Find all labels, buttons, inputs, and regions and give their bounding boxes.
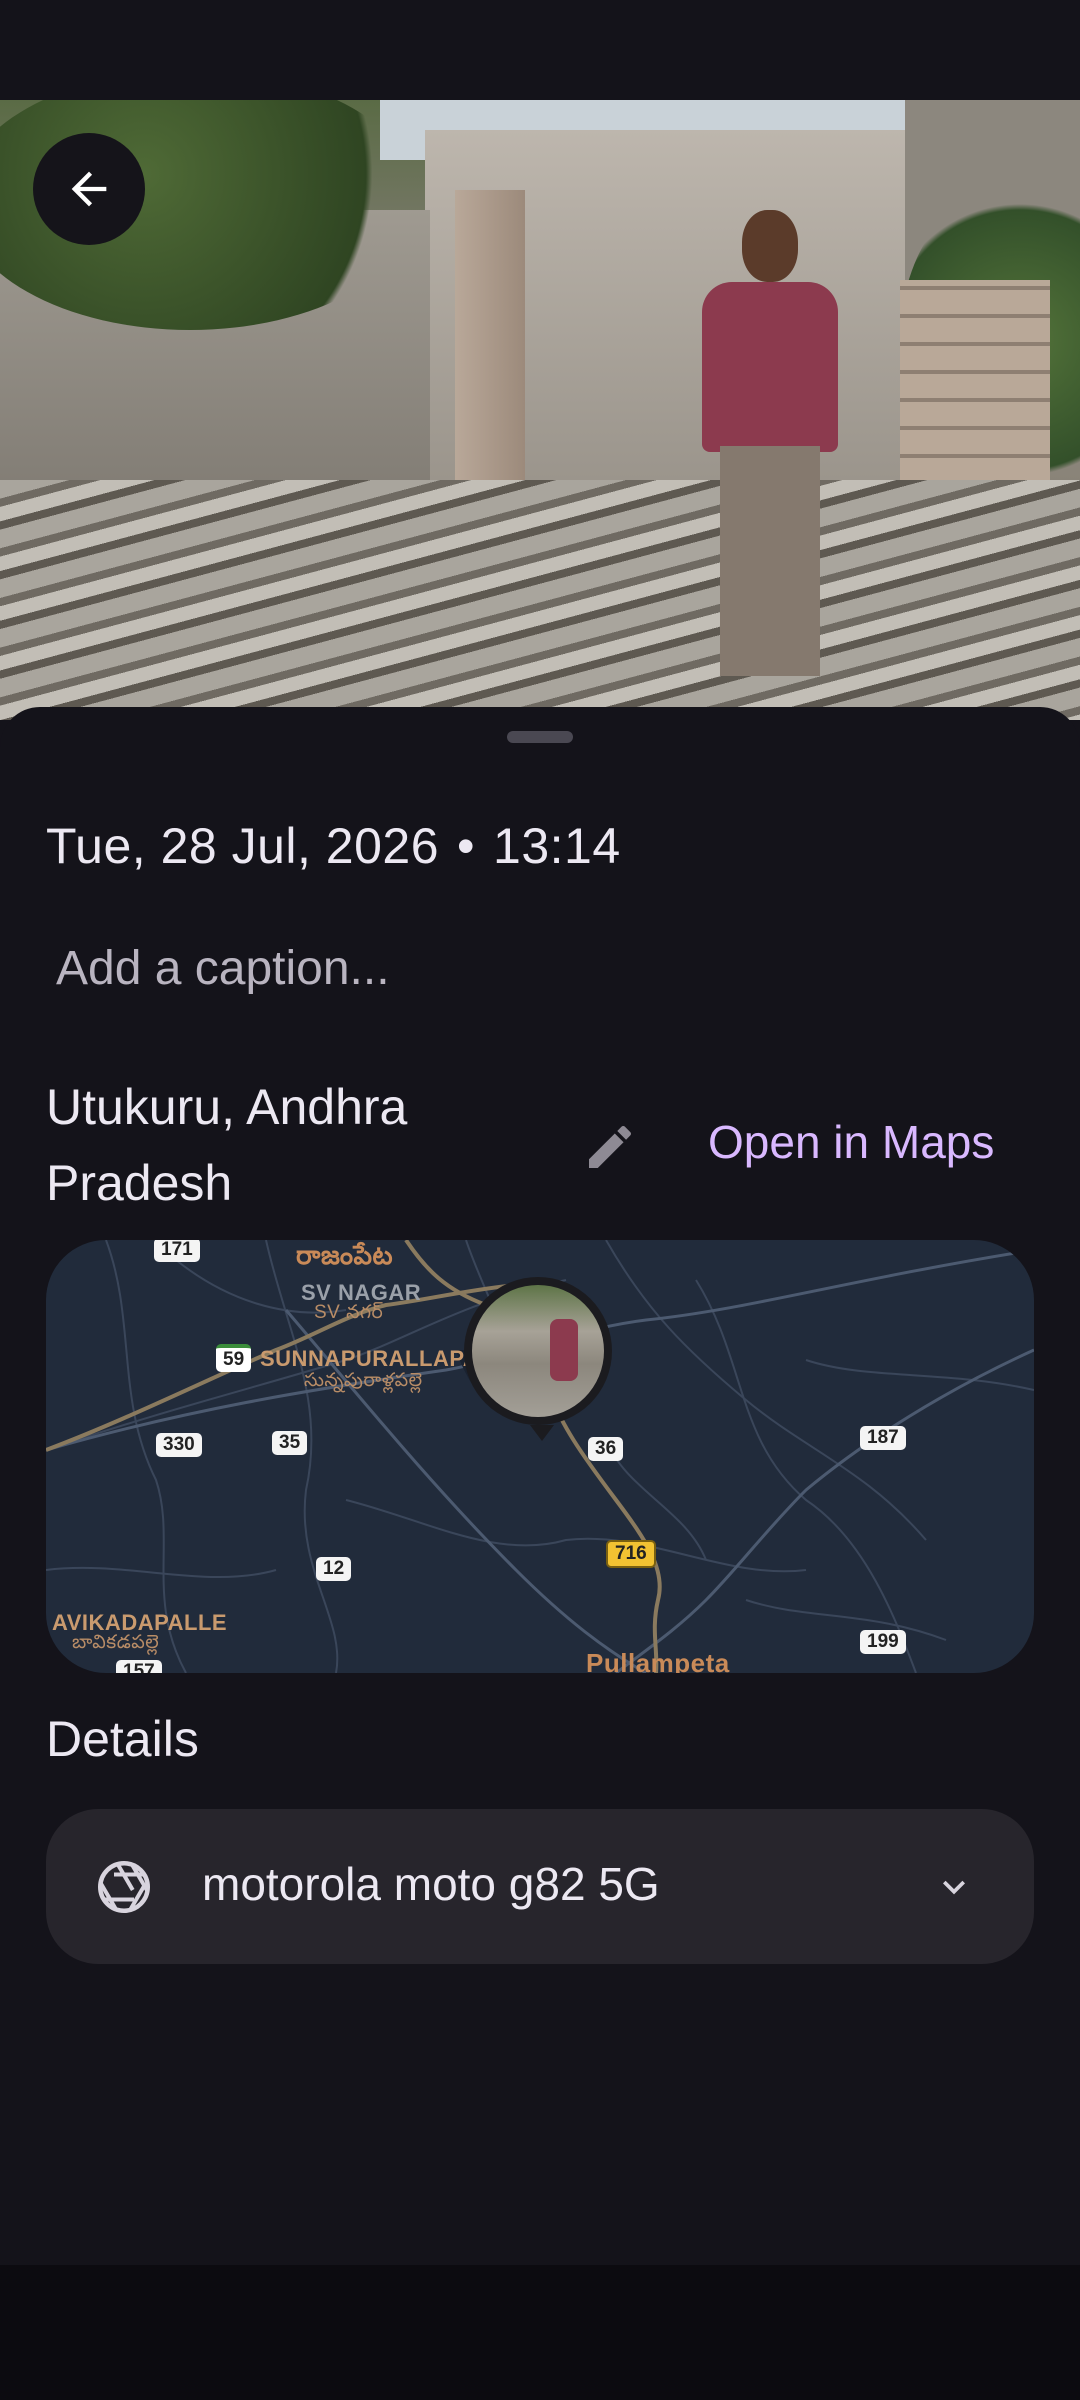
separator-dot: • <box>457 818 476 874</box>
pencil-icon <box>589 1125 632 1168</box>
arrow-back-icon <box>71 171 107 207</box>
place-sv-nagar-te: SV నగర్ <box>314 1302 384 1323</box>
device-details-card[interactable]: motorola moto g82 5G <box>46 1809 1034 1964</box>
caption-input[interactable]: Add a caption... <box>56 941 390 996</box>
date-text: Tue, 28 Jul, 2026 <box>46 818 440 874</box>
place-rajampet: రాజంపేట <box>296 1240 394 1270</box>
road-157: 157 <box>116 1660 162 1673</box>
photo-rubble <box>0 480 1080 720</box>
navigation-bar <box>0 2265 1080 2400</box>
time-text: 13:14 <box>493 818 621 874</box>
photo-preview[interactable] <box>0 100 1080 720</box>
camera-aperture-icon <box>98 1861 150 1913</box>
status-bar <box>0 0 1080 100</box>
road-12: 12 <box>316 1557 352 1581</box>
photo-person <box>680 210 860 720</box>
road-59: 59 <box>216 1344 252 1372</box>
device-name: motorola moto g82 5G <box>202 1858 660 1910</box>
pin-thumbnail <box>472 1285 604 1417</box>
open-in-maps-link[interactable]: Open in Maps <box>708 1115 994 1169</box>
details-heading: Details <box>46 1711 199 1767</box>
place-sunnapurallapalle-te: సున్నపురాళ్లపల్లె <box>304 1370 423 1391</box>
date-time: Tue, 28 Jul, 2026 • 13:14 <box>46 817 621 875</box>
edit-location-button[interactable] <box>570 1107 650 1187</box>
road-330: 330 <box>156 1433 202 1457</box>
info-sheet: Tue, 28 Jul, 2026 • 13:14 Add a caption...… <box>0 707 1080 2265</box>
pin-pointer <box>530 1425 554 1441</box>
location-name: Utukuru, Andhra Pradesh <box>46 1079 408 1211</box>
road-36: 36 <box>588 1437 624 1461</box>
photo-bricks <box>900 280 1050 510</box>
road-187: 187 <box>860 1426 906 1450</box>
back-button[interactable] <box>33 133 145 245</box>
photo-pillar <box>455 190 525 530</box>
road-171: 171 <box>154 1240 200 1262</box>
drag-handle[interactable] <box>507 731 573 743</box>
location-map[interactable]: రాజంపేట SV NAGAR SV నగర్ SUNNAPURALLAPAL… <box>46 1240 1034 1673</box>
road-716: 716 <box>606 1540 656 1568</box>
road-35: 35 <box>272 1431 308 1455</box>
photo-location-pin[interactable] <box>464 1277 612 1425</box>
place-pullampeta: Pullampeta <box>586 1648 730 1673</box>
road-199: 199 <box>860 1630 906 1654</box>
place-avikadapalle-te: బావికడపల్లె <box>72 1632 160 1653</box>
chevron-down-icon[interactable] <box>932 1865 976 1909</box>
